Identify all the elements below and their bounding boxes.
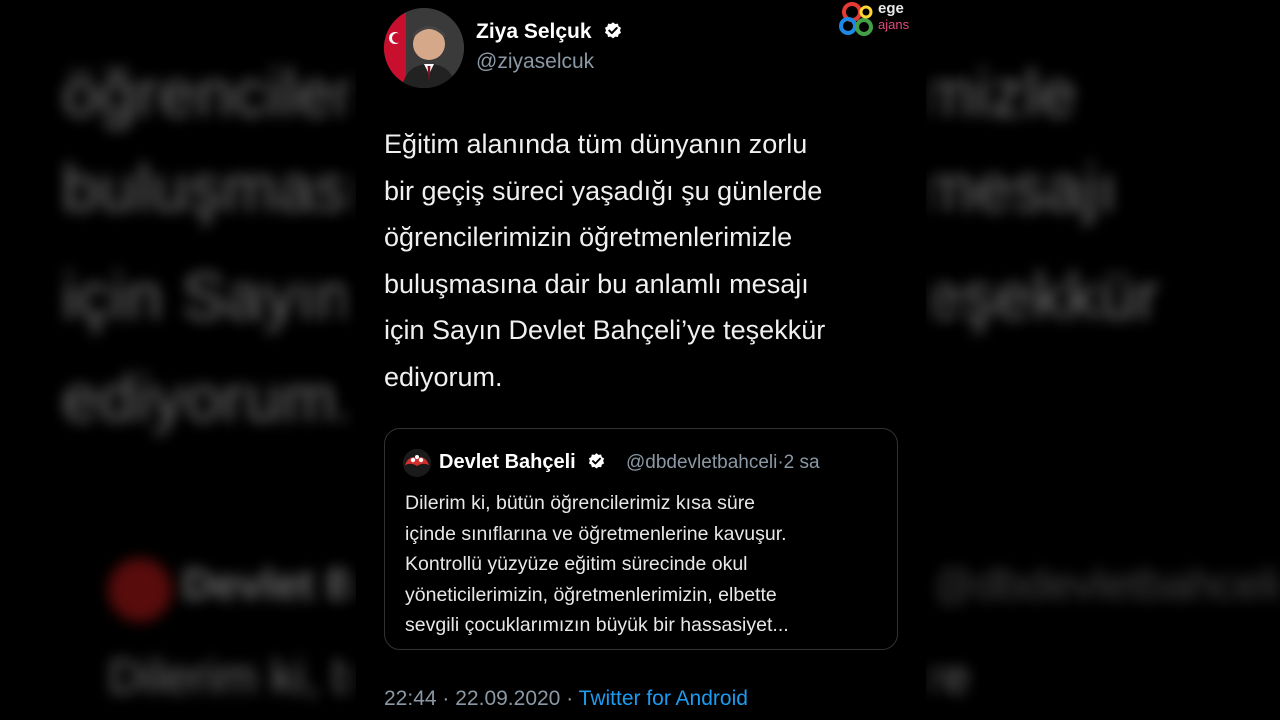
quoted-tweet-line: yöneticilerimizin, öğretmenlerimizin, el… <box>405 583 777 606</box>
author-avatar-image <box>384 8 464 88</box>
ege-ajans-logo: ege ajans <box>838 0 920 40</box>
tweet-line: için Sayın Devlet Bahçeli’ye teşekkür <box>384 315 826 345</box>
blurred-line-4: ediyorum. <box>62 361 357 435</box>
tweet-body: Eğitim alanında tüm dünyanın zorlu bir g… <box>384 121 904 400</box>
meta-separator: · <box>442 687 450 710</box>
logo-text-bottom: ajans <box>878 17 910 32</box>
quoted-tweet-line: Kontrollü yüzyüze eğitim sürecinde okul <box>405 553 748 575</box>
tweet-line: bir geçiş süreci yaşadığı şu günlerde <box>384 175 823 206</box>
tweet-meta: 22:44 · 22.09.2020 · Twitter for Android <box>384 687 748 711</box>
tweet-line: Eğitim alanında tüm dünyanın zorlu <box>384 129 808 159</box>
quoted-tweet-line: sevgili çocuklarımızın büyük bir hassasi… <box>405 614 789 636</box>
quoted-tweet-line: Dilerim ki, bütün öğrencilerimiz kısa sü… <box>405 492 756 514</box>
meta-separator: · <box>566 687 574 710</box>
tweet-line: öğrencilerimizin öğretmenlerimizle <box>384 222 793 252</box>
quoted-tweet-line: içinde sınıflarına ve öğretmenlerine kav… <box>405 522 787 545</box>
logo-text-top: ege <box>878 0 904 17</box>
blurred-avatar <box>108 558 172 622</box>
quoted-author-avatar-image <box>403 449 431 477</box>
tweet-line: ediyorum. <box>384 361 503 392</box>
ege-ajans-logo-mark <box>839 2 873 36</box>
tweet-date[interactable]: 22.09.2020 <box>455 687 560 710</box>
tweet-panel: Ziya Selçuk @ziyaselcuk ege ajans Eğitim… <box>356 0 926 720</box>
quoted-author-handle[interactable]: @dbdevletbahceli <box>626 452 777 473</box>
blurred-quote-meta: @dbdevletbahceli · 2 sa <box>930 560 1280 609</box>
quoted-tweet-body: Dilerim ki, bütün öğrencilerimiz kısa sü… <box>405 488 885 641</box>
verified-badge-icon <box>589 453 605 469</box>
verified-badge-icon <box>605 22 622 39</box>
quoted-author-name-text: Devlet Bahçeli <box>439 451 576 473</box>
quoted-tweet-age[interactable]: 2 sa <box>784 452 820 473</box>
quoted-tweet-card[interactable]: Devlet Bahçeli @dbdevletbahceli·2 sa Dil… <box>384 428 898 650</box>
quoted-author-name[interactable]: Devlet Bahçeli <box>439 451 606 474</box>
quoted-author-avatar[interactable] <box>403 449 431 477</box>
screenshot-stage: öğrencilerimizin öğretmenlerimizle buluş… <box>0 0 1280 720</box>
author-handle[interactable]: @ziyaselcuk <box>476 50 594 74</box>
tweet-time[interactable]: 22:44 <box>384 687 437 710</box>
quoted-author-meta: @dbdevletbahceli·2 sa <box>626 452 820 474</box>
author-name[interactable]: Ziya Selçuk <box>476 20 623 44</box>
tweet-source-link[interactable]: Twitter for Android <box>579 687 748 710</box>
author-avatar[interactable] <box>384 8 464 88</box>
author-name-text: Ziya Selçuk <box>476 20 592 43</box>
tweet-line: buluşmasına dair bu anlamlı mesajı <box>384 268 809 299</box>
